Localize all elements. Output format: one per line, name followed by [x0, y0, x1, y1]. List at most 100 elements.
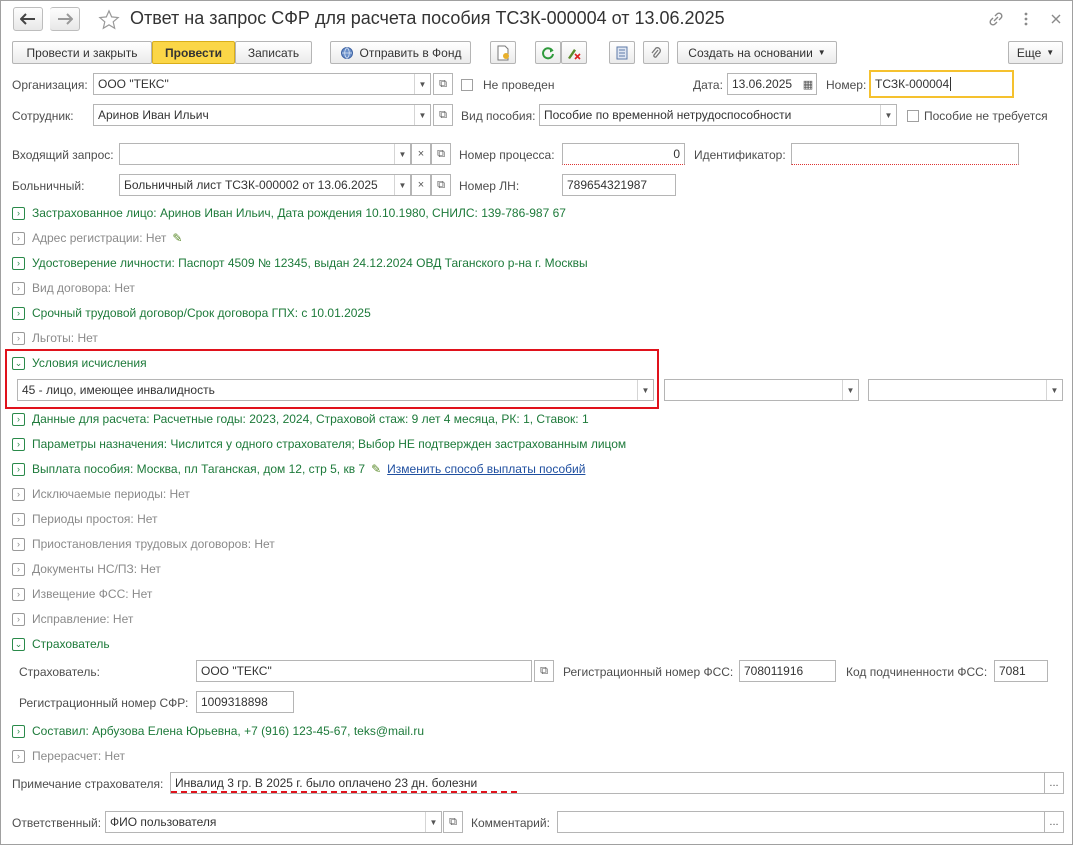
expand-arrow-icon: › — [12, 256, 25, 270]
note-expand-button[interactable]: ... — [1044, 772, 1064, 794]
fss-sub-field[interactable]: 7081 — [994, 660, 1048, 682]
group-identity[interactable]: › Удостоверение личности: Паспорт 4509 № … — [12, 255, 588, 271]
group-compiled[interactable]: › Составил: Арбузова Елена Юрьевна, +7 (9… — [12, 723, 424, 739]
open-sick-button[interactable]: ⧉ — [431, 174, 451, 196]
group-benefits[interactable]: › Льготы: Нет — [12, 330, 98, 346]
group-contract-type[interactable]: › Вид договора: Нет — [12, 280, 135, 296]
group-address[interactable]: › Адрес регистрации: Нет ✎ — [12, 230, 182, 246]
identifier-field[interactable] — [791, 143, 1019, 165]
document-add-icon — [497, 45, 509, 60]
benefit-not-required-checkbox[interactable] — [907, 110, 919, 122]
open-org-button[interactable]: ⧉ — [433, 73, 453, 95]
close-icon[interactable] — [1046, 9, 1066, 29]
open-employee-button[interactable]: ⧉ — [433, 104, 453, 126]
group-correction[interactable]: › Исправление: Нет — [12, 611, 133, 627]
save-button[interactable]: Записать — [235, 41, 312, 64]
create-based-button[interactable]: Создать на основании ▼ — [677, 41, 837, 64]
expand-arrow-icon: › — [12, 462, 25, 476]
open-icon: ⧉ — [439, 108, 447, 121]
org-field[interactable]: ООО "ТЕКС" ▼ — [93, 73, 431, 95]
chevron-down-icon[interactable]: ▼ — [394, 144, 410, 164]
clear-incoming-button[interactable]: × — [411, 143, 431, 165]
group-excluded[interactable]: › Исключаемые периоды: Нет — [12, 486, 190, 502]
back-button[interactable] — [13, 7, 43, 31]
document-add-button[interactable] — [490, 41, 516, 64]
comment-expand-button[interactable]: ... — [1044, 811, 1064, 833]
more-vertical-icon[interactable] — [1016, 9, 1036, 29]
chevron-down-icon[interactable]: ▼ — [637, 380, 653, 400]
process-num-field[interactable]: 0 — [562, 143, 685, 165]
chevron-down-icon[interactable]: ▼ — [842, 380, 858, 400]
star-icon[interactable] — [97, 8, 121, 32]
fss-reg-label: Регистрационный номер ФСС: — [563, 665, 734, 679]
report-button[interactable] — [609, 41, 635, 64]
benefit-not-required-label: Пособие не требуется — [924, 109, 1048, 123]
forward-button[interactable] — [50, 7, 80, 31]
more-button[interactable]: Еще ▼ — [1008, 41, 1063, 64]
chevron-down-icon[interactable]: ▼ — [1046, 380, 1062, 400]
group-docs-label: Документы НС/ПЗ: Нет — [32, 562, 161, 576]
change-payment-link[interactable]: Изменить способ выплаты пособий — [387, 462, 585, 476]
calc-condition-field-2[interactable]: ▼ — [664, 379, 859, 401]
group-contract[interactable]: › Срочный трудовой договор/Срок договора … — [12, 305, 371, 321]
fss-reg-field[interactable]: 708011916 — [739, 660, 836, 682]
group-excluded-label: Исключаемые периоды: Нет — [32, 487, 190, 501]
group-insured[interactable]: › Застрахованное лицо: Аринов Иван Ильич,… — [12, 205, 566, 221]
sick-field[interactable]: Больничный лист ТСЗК-000002 от 13.06.202… — [119, 174, 411, 196]
post-and-close-button[interactable]: Провести и закрыть — [12, 41, 152, 64]
collapse-arrow-icon: ⌄ — [12, 356, 25, 370]
date-field[interactable]: 13.06.2025 ▦ — [727, 73, 817, 95]
org-value: ООО "ТЕКС" — [98, 77, 169, 91]
group-calc-conditions[interactable]: ⌄ Условия исчисления — [12, 355, 147, 371]
attach-button[interactable] — [643, 41, 669, 64]
link-icon[interactable] — [986, 9, 1006, 29]
employee-field[interactable]: Аринов Иван Ильич ▼ — [93, 104, 431, 126]
chevron-down-icon[interactable]: ▼ — [414, 105, 430, 125]
group-params[interactable]: › Параметры назначения: Числится у одного… — [12, 436, 626, 452]
benefit-type-field[interactable]: Пособие по временной нетрудоспособности … — [539, 104, 897, 126]
group-calc-data[interactable]: › Данные для расчета: Расчетные годы: 202… — [12, 411, 589, 427]
sfr-reg-field[interactable]: 1009318898 — [196, 691, 294, 713]
expand-arrow-icon: › — [12, 512, 25, 526]
clear-posting-button[interactable] — [561, 41, 587, 64]
open-responsible-button[interactable]: ⧉ — [443, 811, 463, 833]
chevron-down-icon[interactable]: ▼ — [394, 175, 410, 195]
group-fss-notice[interactable]: › Извещение ФСС: Нет — [12, 586, 152, 602]
not-posted-checkbox[interactable] — [461, 79, 473, 91]
number-field[interactable]: ТСЗК-000004 — [869, 70, 1014, 98]
responsible-field[interactable]: ФИО пользователя ▼ — [105, 811, 442, 833]
refresh-button[interactable] — [535, 41, 561, 64]
highlight-underline — [171, 791, 517, 793]
calendar-icon[interactable]: ▦ — [800, 74, 816, 94]
expand-arrow-icon: › — [12, 412, 25, 426]
group-contract-type-label: Вид договора: Нет — [32, 281, 135, 295]
calc-condition-field-3[interactable]: ▼ — [868, 379, 1063, 401]
chevron-down-icon[interactable]: ▼ — [425, 812, 441, 832]
clear-icon: × — [417, 148, 425, 160]
chevron-down-icon[interactable]: ▼ — [880, 105, 896, 125]
send-to-fund-button[interactable]: Отправить в Фонд — [330, 41, 471, 64]
incoming-field[interactable]: ▼ — [119, 143, 411, 165]
pencil-icon[interactable]: ✎ — [172, 231, 182, 245]
group-docs[interactable]: › Документы НС/ПЗ: Нет — [12, 561, 161, 577]
ln-label: Номер ЛН: — [459, 179, 520, 193]
post-button[interactable]: Провести — [152, 41, 235, 64]
group-payment[interactable]: › Выплата пособия: Москва, пл Таганская, … — [12, 461, 585, 477]
calc-condition-field-1[interactable]: 45 - лицо, имеющее инвалидность ▼ — [17, 379, 654, 401]
group-insurer[interactable]: ⌄ Страхователь — [12, 636, 110, 652]
pencil-icon[interactable]: ✎ — [371, 462, 381, 476]
paperclip-icon — [651, 46, 661, 58]
clear-sick-button[interactable]: × — [411, 174, 431, 196]
insurer-field[interactable]: ООО "ТЕКС" — [196, 660, 532, 682]
chevron-down-icon[interactable]: ▼ — [414, 74, 430, 94]
group-insurer-label: Страхователь — [32, 637, 110, 651]
group-calc-conditions-label: Условия исчисления — [32, 356, 147, 370]
responsible-label: Ответственный: — [12, 816, 102, 830]
open-incoming-button[interactable]: ⧉ — [431, 143, 451, 165]
group-downtime[interactable]: › Периоды простоя: Нет — [12, 511, 158, 527]
comment-field[interactable] — [557, 811, 1045, 833]
ln-field[interactable]: 789654321987 — [562, 174, 676, 196]
open-insurer-button[interactable]: ⧉ — [534, 660, 554, 682]
group-recalc[interactable]: › Перерасчет: Нет — [12, 748, 125, 764]
group-suspension[interactable]: › Приостановления трудовых договоров: Нет — [12, 536, 275, 552]
